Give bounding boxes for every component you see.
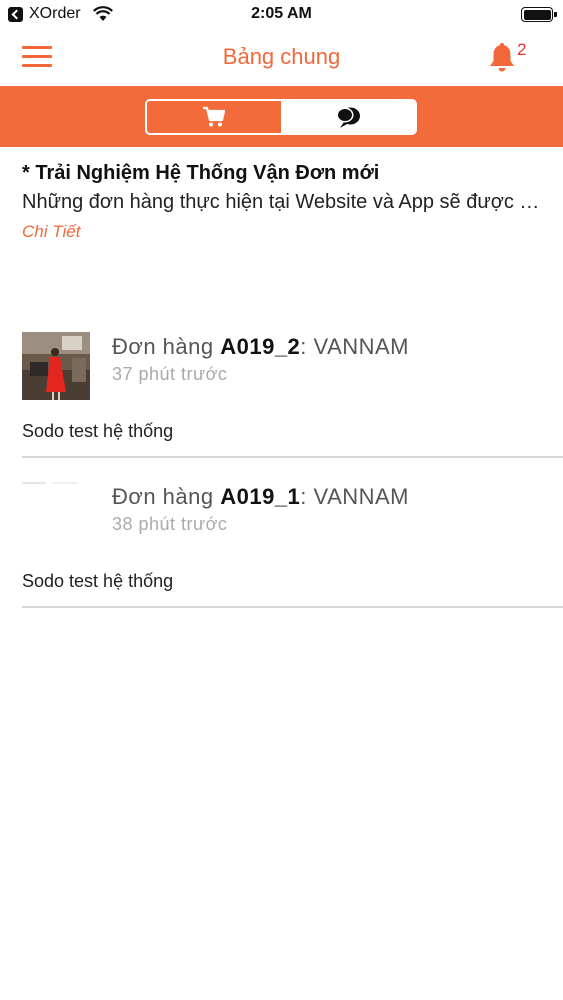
divider <box>22 606 563 608</box>
details-link[interactable]: Chi Tiết <box>22 222 80 242</box>
order-time: 37 phút trước <box>112 364 228 384</box>
navigation-bar: Bảng chung 2 <box>0 30 563 86</box>
order-code: A019_1 <box>220 484 301 509</box>
tab-messages[interactable] <box>281 101 415 133</box>
announcement-title: * Trải Nghiệm Hệ Thống Vận Đơn mới <box>22 162 380 184</box>
tab-bar <box>0 86 563 147</box>
order-code: A019_2 <box>220 334 301 359</box>
segmented-control <box>145 99 417 135</box>
status-time: 2:05 AM <box>251 5 312 22</box>
order-item[interactable]: Đơn hàng A019_1: VANNAM 38 phút trước So… <box>22 482 563 608</box>
battery-icon <box>521 7 557 22</box>
chat-bubbles-icon <box>336 107 360 128</box>
order-heading: Đơn hàng A019_1: VANNAM <box>112 484 410 509</box>
order-heading: Đơn hàng A019_2: VANNAM <box>112 334 410 359</box>
order-thumbnail <box>22 332 90 400</box>
order-message: Sodo test hệ thống <box>22 571 174 591</box>
order-message: Sodo test hệ thống <box>22 421 174 441</box>
notification-badge: 2 <box>517 40 527 59</box>
tab-orders[interactable] <box>147 101 281 133</box>
announcement-card: * Trải Nghiệm Hệ Thống Vận Đơn mới Những… <box>22 162 547 242</box>
order-thumbnail <box>22 482 90 550</box>
order-time: 38 phút trước <box>112 514 228 534</box>
cart-icon <box>203 106 226 127</box>
order-item[interactable]: Đơn hàng A019_2: VANNAM 37 phút trước So… <box>22 332 563 458</box>
page-title: Bảng chung <box>222 44 341 69</box>
divider <box>22 456 563 458</box>
announcement-body: Những đơn hàng thực hiện tại Website và … <box>22 191 547 213</box>
status-bar: XOrder 2:05 AM <box>0 0 563 30</box>
bell-icon[interactable] <box>488 41 516 73</box>
